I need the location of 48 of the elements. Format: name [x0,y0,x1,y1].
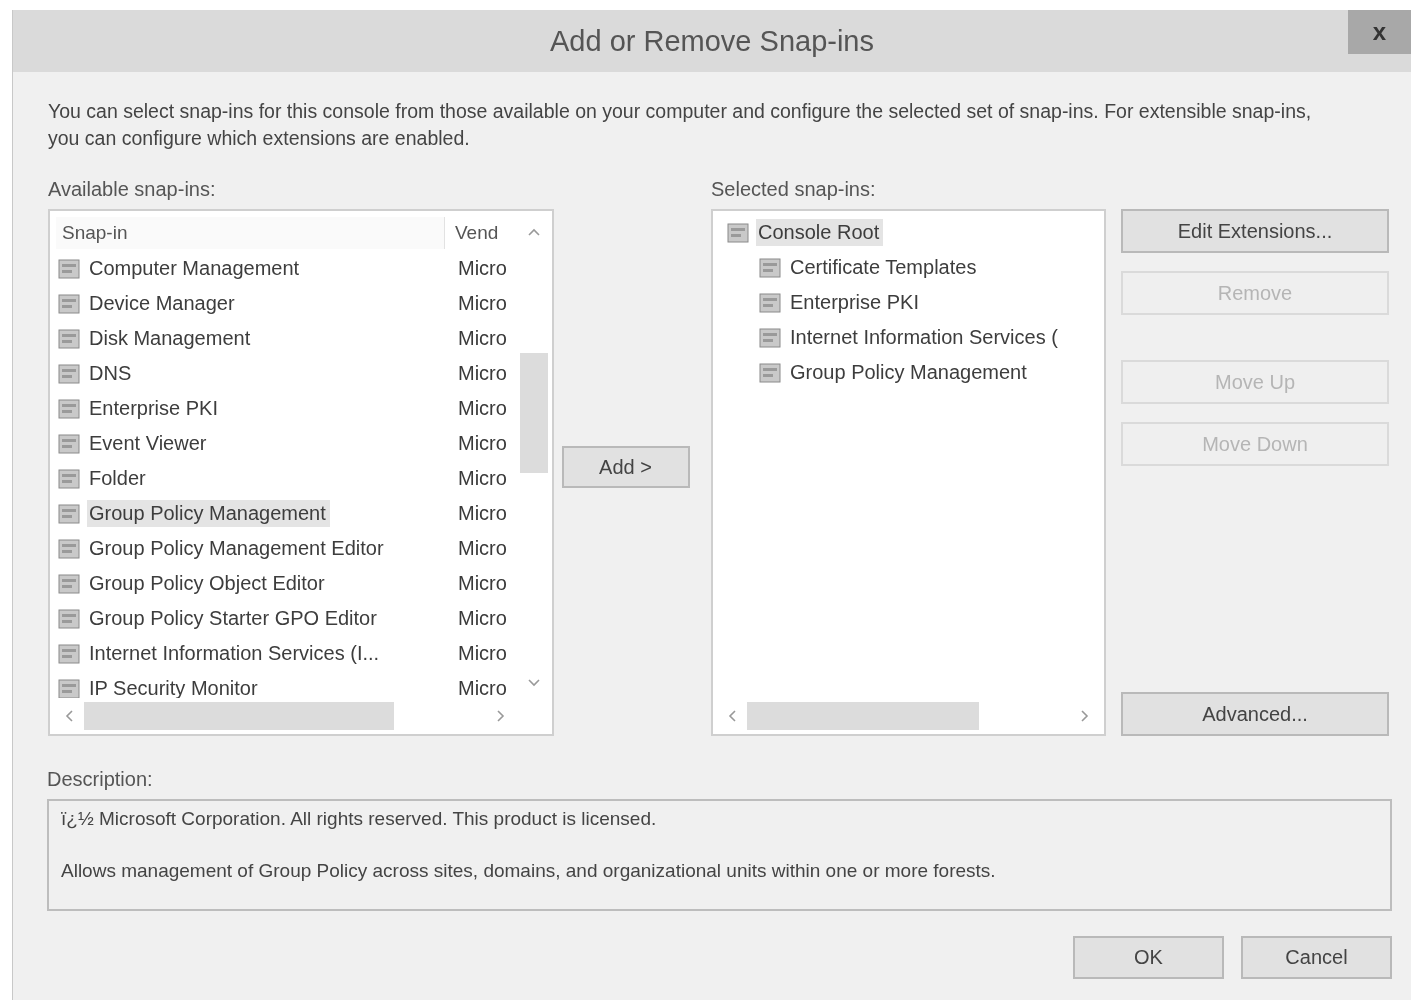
add-button[interactable]: Add > [561,446,690,488]
vendor-cell-text: Micro [458,467,508,490]
snapin-item[interactable]: Group Policy Management Editor [87,535,458,562]
ok-button[interactable]: OK [1073,936,1224,979]
description-text: ï¿½ Microsoft Corporation. All rights reserved. This product is licensed. [61,807,658,831]
selected-label: Selected snap-ins: [711,178,877,202]
vendor-cell-text: Micro [458,572,508,595]
tree-item[interactable]: Group Policy Management [788,359,1031,386]
vendor-cell-text: Micro [458,327,508,350]
snapin-item[interactable]: Enterprise PKI [87,395,458,422]
vendor-cell-text: Micro [458,432,508,455]
close-button[interactable]: x [1348,10,1411,54]
snapin-item[interactable]: Event Viewer [87,430,458,457]
snapin-item[interactable]: Group Policy Object Editor [87,570,458,597]
vendor-cell-text: Micro [458,397,508,420]
vendor-cell-text: Micro [458,677,508,698]
snapin-item[interactable]: Group Policy Management [87,500,330,527]
scrollbar-thumb[interactable] [747,702,979,730]
column-header[interactable]: Snap-in [56,217,445,249]
tree-item[interactable]: Internet Information Services ( [788,324,1062,351]
tree-item[interactable]: Enterprise PKI [788,289,923,316]
vendor-cell-text: Micro [458,537,508,560]
advanced-button[interactable]: Advanced... [1121,692,1389,736]
available-label: Available snap-ins: [48,178,217,202]
tree-item[interactable]: Certificate Templates [788,254,981,281]
snapin-item[interactable]: Disk Management [87,325,458,352]
scrollbar-thumb[interactable] [84,702,394,730]
snapin-item[interactable]: Folder [87,465,458,492]
snapin-item[interactable]: Internet Information Services (I... [87,640,458,667]
description-text: Allows management of Group Policy across sites, domains, and organizational units within one or more forests. [61,859,997,883]
instructions-text: You can select snap-ins for this console from those available on your computer and configure the selected set of snap-ins. For extensible snap-ins, you can configure which extensions are enabled. [48,99,1313,151]
tree-item[interactable]: Console Root [756,219,884,246]
snapin-item[interactable]: DNS [87,360,458,387]
column-header[interactable]: Vend [445,217,499,249]
edit-extensions-button[interactable]: Edit Extensions... [1121,209,1389,253]
snapin-item[interactable]: Group Policy Starter GPO Editor [87,605,458,632]
vendor-cell-text: Micro [458,502,508,525]
vendor-cell-text: Micro [458,292,508,315]
vendor-cell-text: Micro [458,362,508,385]
description-label: Description: [47,768,154,792]
scrollbar-thumb[interactable] [520,353,548,473]
snapin-item[interactable]: Computer Management [87,255,458,282]
vendor-cell-text: Micro [458,642,508,665]
vendor-cell-text: Micro [458,607,508,630]
window-title: Add or Remove Snap-ins [550,24,874,58]
cancel-button[interactable]: Cancel [1241,936,1392,979]
vendor-cell-text: Micro [458,257,508,280]
snapin-item[interactable]: Device Manager [87,290,458,317]
